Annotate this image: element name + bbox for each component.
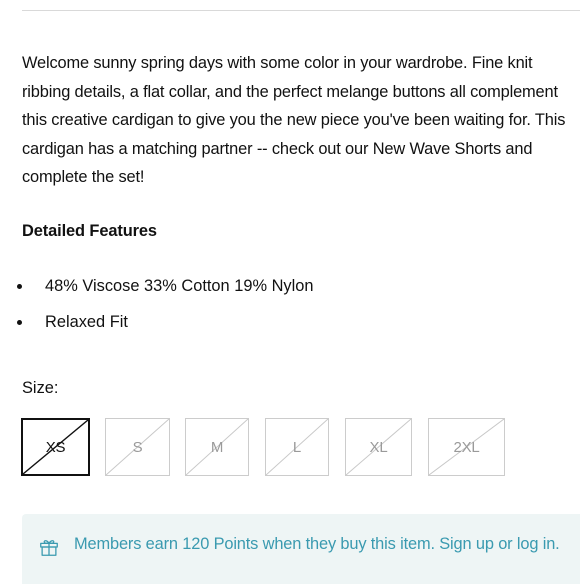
product-description: Welcome sunny spring days with some colo…	[22, 54, 566, 186]
size-option-label: XS	[45, 438, 66, 456]
points-promo-banner: Members earn 120 Points when they buy th…	[22, 514, 580, 584]
size-option-label: S	[132, 438, 143, 456]
size-option-label: M	[210, 438, 224, 456]
size-option-label: XL	[369, 438, 388, 456]
bullet-icon	[17, 284, 22, 289]
size-option-l[interactable]: L	[265, 418, 329, 476]
features-list: 48% Viscose 33% Cotton 19% Nylon Relaxed…	[0, 272, 313, 343]
feature-item: Relaxed Fit	[0, 308, 313, 344]
bullet-icon	[17, 319, 22, 325]
size-option-m[interactable]: M	[185, 418, 249, 476]
size-option-label: 2XL	[453, 438, 480, 456]
size-label: Size:	[22, 379, 59, 397]
size-option-2xl[interactable]: 2XL	[428, 418, 505, 476]
size-option-xl[interactable]: XL	[345, 418, 412, 476]
size-option-s[interactable]: S	[105, 418, 170, 476]
feature-text: Relaxed Fit	[45, 312, 128, 331]
size-option-xs[interactable]: XS	[21, 418, 90, 476]
top-divider	[22, 10, 580, 11]
gift-icon	[40, 540, 58, 556]
feature-item: 48% Viscose 33% Cotton 19% Nylon	[0, 272, 313, 308]
size-option-label: L	[292, 438, 302, 456]
feature-text: 48% Viscose 33% Cotton 19% Nylon	[45, 277, 314, 295]
promo-signup-link[interactable]: Members earn 120 Points when they buy th…	[74, 530, 574, 559]
features-heading: Detailed Features	[22, 222, 157, 240]
